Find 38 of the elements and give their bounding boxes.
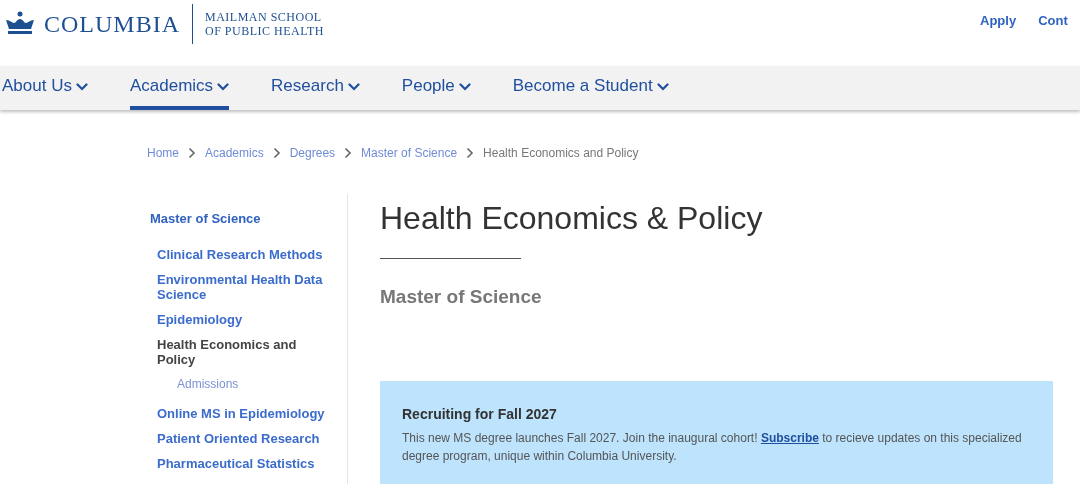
breadcrumb-link[interactable]: Degrees: [289, 144, 336, 162]
chevron-down-icon: [458, 83, 471, 91]
page-title: Health Economics & Policy: [380, 199, 764, 238]
utility-link[interactable]: Apply: [980, 11, 1017, 31]
sidebar-link[interactable]: Clinical Research Methods: [157, 246, 337, 262]
notice-text: This new MS degree launches Fall 2027. Join the inaugural cohort! Subscribe to recieve updates on this specialized degree program, unique within Columbia University.: [402, 429, 1023, 465]
chevron-right-icon: [466, 147, 475, 159]
sidebar-link[interactable]: Environmental Health Data Science: [157, 271, 337, 302]
crown-logo-icon: [4, 11, 36, 37]
logo-wordmark: COLUMBIA: [44, 10, 180, 39]
nav-tab[interactable]: People: [401, 66, 471, 110]
chevron-right-icon: [344, 147, 353, 159]
chevron-right-icon: [272, 147, 281, 159]
sidebar-link[interactable]: Pharmaceutical Statistics: [157, 455, 337, 471]
sidebar-heading[interactable]: Master of Science: [150, 209, 347, 229]
subscribe-link[interactable]: Subscribe: [760, 430, 819, 445]
breadcrumb-current: Health Economics and Policy: [483, 145, 639, 162]
nav-tab[interactable]: Become a Student: [512, 66, 669, 110]
chevron-down-icon: [656, 83, 669, 91]
nav-tab[interactable]: Academics: [129, 66, 230, 110]
utility-link[interactable]: Cont: [1038, 11, 1068, 31]
nav-tab[interactable]: About Us: [2, 66, 88, 110]
chevron-right-icon: [188, 147, 196, 159]
chevron-down-icon: [347, 83, 360, 91]
breadcrumb-link[interactable]: Master of Science: [361, 144, 458, 162]
breadcrumb-link[interactable]: Home: [147, 144, 179, 162]
page-subtitle: Master of Science: [380, 285, 543, 309]
school-name: MAILMAN SCHOOL OF PUBLIC HEALTH: [205, 10, 324, 38]
sidebar-link[interactable]: Patient Oriented Research: [157, 430, 337, 446]
notice-title: Recruiting for Fall 2027: [402, 404, 558, 424]
chevron-down-icon: [217, 83, 230, 91]
sidebar-link[interactable]: Admissions: [157, 376, 337, 392]
chevron-down-icon: [75, 83, 88, 91]
nav-tab[interactable]: Research: [271, 66, 360, 110]
sidebar-link[interactable]: Epidemiology: [157, 311, 337, 327]
sidebar-link[interactable]: Health Economics and Policy: [157, 336, 337, 367]
breadcrumb-link[interactable]: Academics: [205, 144, 264, 162]
sidebar-link[interactable]: Online MS in Epidemiology: [157, 405, 337, 421]
